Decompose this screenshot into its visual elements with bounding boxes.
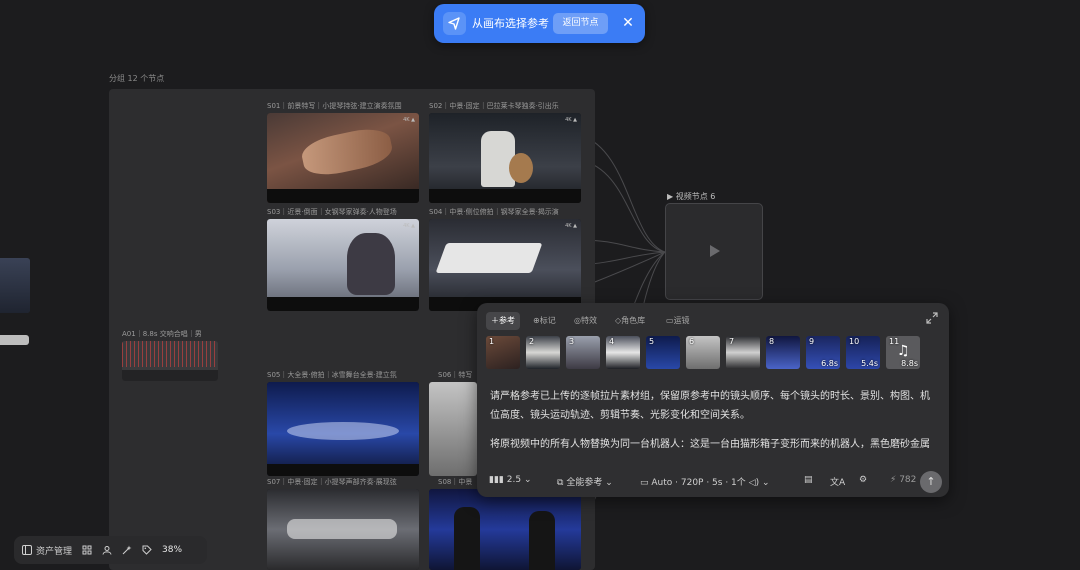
tab-effects-label: 特效 — [580, 316, 597, 325]
prompt-paragraph: 将原视频中的所有人物替换为同一台机器人：这是一台由猫形箱子变形而来的机器人，黑色… — [490, 439, 930, 450]
clip-node-s08[interactable] — [429, 489, 581, 570]
group-label: 分组 12 个节点 — [109, 74, 165, 83]
sidebar-panel-icon — [22, 545, 32, 555]
zoom-level[interactable]: 38% — [162, 545, 182, 555]
thumb-number: 8 — [769, 337, 775, 346]
reference-thumb[interactable]: 1 — [486, 336, 520, 369]
reference-thumb[interactable]: 9 6.8s — [806, 336, 840, 369]
send-button[interactable]: ↑ — [920, 471, 942, 493]
offscreen-node-thumbnail[interactable] — [0, 258, 30, 313]
tab-mark[interactable]: ⊕标记 — [528, 312, 561, 330]
prompt-panel: ＋参考 ⊕标记 ◎特效 ◇角色库 ▭运镜 1 2 3 4 5 6 7 8 9 6.… — [477, 303, 949, 497]
thumb-number: 10 — [849, 337, 860, 346]
thumb-number: 9 — [809, 337, 815, 346]
assets-button[interactable]: 资产管理 — [22, 544, 72, 557]
thumb-number: 7 — [729, 337, 735, 346]
speaker-icon: ◁) — [748, 478, 760, 488]
credits-count: ⚡ 782 — [890, 475, 916, 485]
clip-node-s03[interactable]: 4K ▲ — [267, 219, 419, 311]
magic-wand-icon[interactable] — [122, 545, 132, 555]
translate-icon[interactable]: 文A — [830, 475, 845, 488]
settings-sliders-icon[interactable]: ⚙ — [859, 475, 867, 485]
clip-node-s05[interactable] — [267, 382, 419, 476]
clip-title-s05: S05｜大全景·俯拍｜冰雪舞台全景·建立氛 — [267, 371, 397, 379]
mark-icon: ⊕ — [533, 316, 540, 325]
mode-label: 全能参考 — [566, 478, 603, 488]
audio-node-label: A01｜8.8s 交响合唱｜男 — [122, 330, 202, 338]
tag-icon[interactable] — [142, 545, 152, 555]
thumb-number: 2 — [529, 337, 535, 346]
thumb-number: 3 — [569, 337, 575, 346]
clip-node-s01[interactable]: 4K ▲ — [267, 113, 419, 203]
clip-node-s02[interactable]: 4K ▲ — [429, 113, 581, 203]
thumb-number: 5 — [649, 337, 655, 346]
clip-title-s08: S08｜中景 — [438, 478, 473, 486]
prompt-input[interactable]: 请严格参考已上传的逐帧拉片素材组，保留原参考中的镜头顺序、每个镜头的时长、景别、… — [490, 387, 936, 454]
clip-title-s06: S06｜特写 — [438, 371, 473, 379]
clip-node-s06[interactable] — [429, 382, 477, 476]
thumb-number: 1 — [489, 337, 495, 346]
chevron-down-icon: ⌄ — [761, 478, 770, 488]
tab-effects[interactable]: ◎特效 — [569, 312, 602, 330]
thumb-duration: 8.8s — [901, 359, 918, 368]
tab-mark-label: 标记 — [539, 316, 556, 325]
tab-character-library[interactable]: ◇角色库 — [610, 312, 650, 330]
reference-thumb[interactable]: 5 — [646, 336, 680, 369]
reference-thumb[interactable]: 3 — [566, 336, 600, 369]
assets-label: 资产管理 — [36, 546, 73, 557]
user-icon[interactable] — [102, 545, 112, 555]
screen-icon: ▭ — [640, 478, 649, 488]
clip-title-s04: S04｜中景·侧位俯拍｜钢琴家全景·揭示演 — [429, 208, 559, 216]
generation-settings[interactable]: ▭ Auto · 720P · 5s · 1个 ◁) ⌄ — [640, 475, 770, 488]
camera-icon: ◎ — [574, 316, 581, 325]
clip-node-s07[interactable] — [267, 489, 419, 570]
thumb-duration: 6.8s — [821, 359, 838, 368]
clip-title-s01: S01｜前景特写｜小提琴持弦·建立演奏氛围 — [267, 102, 402, 110]
reference-thumb[interactable]: 10 5.4s — [846, 336, 880, 369]
settings-summary: Auto · 720P · 5s · 1个 — [651, 478, 746, 488]
tab-reference[interactable]: ＋参考 — [486, 312, 520, 330]
video-node[interactable] — [665, 203, 763, 300]
offscreen-node-chip[interactable] — [0, 335, 29, 345]
tab-camera-movement-label: 运镜 — [673, 316, 690, 325]
clip-title-s07: S07｜中景·固定｜小提琴声部齐奏·展现弦 — [267, 478, 397, 486]
chevron-down-icon: ⌄ — [523, 475, 532, 485]
plus-icon: ＋ — [491, 316, 499, 325]
model-version: 2.5 — [506, 475, 522, 485]
music-note-icon: ♫ — [897, 343, 910, 359]
reference-thumb[interactable]: 6 — [686, 336, 720, 369]
prompt-paragraph: 请严格参考已上传的逐帧拉片素材组，保留原参考中的镜头顺序、每个镜头的时长、景别、… — [490, 391, 930, 421]
bolt-icon: ⚡ — [890, 475, 897, 485]
reference-thumb[interactable]: 7 — [726, 336, 760, 369]
mode-selector[interactable]: ⧉ 全能参考 ⌄ — [557, 475, 613, 488]
video-node-label-text: 视频节点 6 — [675, 192, 716, 201]
reference-thumb[interactable]: 2 — [526, 336, 560, 369]
credits-value: 782 — [899, 475, 917, 485]
tab-character-library-label: 角色库 — [621, 316, 646, 325]
grid-icon[interactable] — [82, 545, 92, 555]
expand-icon[interactable] — [926, 312, 938, 324]
bar-chart-icon: ▮▮▮ — [489, 475, 504, 485]
tab-camera-movement[interactable]: ▭运镜 — [661, 312, 695, 330]
chevron-down-icon: ⌄ — [605, 478, 613, 488]
clip-title-s02: S02｜中景·固定｜巴拉莱卡琴独奏·引出乐 — [429, 102, 559, 110]
thumb-number: 4 — [609, 337, 615, 346]
video-icon: ▭ — [666, 316, 674, 325]
thumb-number: 6 — [689, 337, 695, 346]
mode-icon: ⧉ — [557, 478, 564, 488]
model-selector[interactable]: ▮▮▮ 2.5 ⌄ — [489, 475, 531, 485]
tab-reference-label: 参考 — [499, 316, 515, 325]
canvas-toolbar: 资产管理 38% — [14, 536, 207, 564]
thumb-duration: 5.4s — [861, 359, 878, 368]
video-node-label: ▶ 视频节点 6 — [667, 192, 716, 201]
reference-thumb[interactable]: 4 — [606, 336, 640, 369]
prompt-template-icon[interactable]: ▤ — [804, 475, 813, 485]
reference-thumb-audio[interactable]: 11 ♫ 8.8s — [886, 336, 920, 369]
audio-node[interactable] — [122, 341, 218, 381]
reference-thumb[interactable]: 8 — [766, 336, 800, 369]
clip-title-s03: S03｜近景·倒面｜女钢琴家弹奏·人物登场 — [267, 208, 397, 216]
play-icon — [710, 245, 720, 257]
clip-node-s04[interactable]: 4K ▲ — [429, 219, 581, 311]
